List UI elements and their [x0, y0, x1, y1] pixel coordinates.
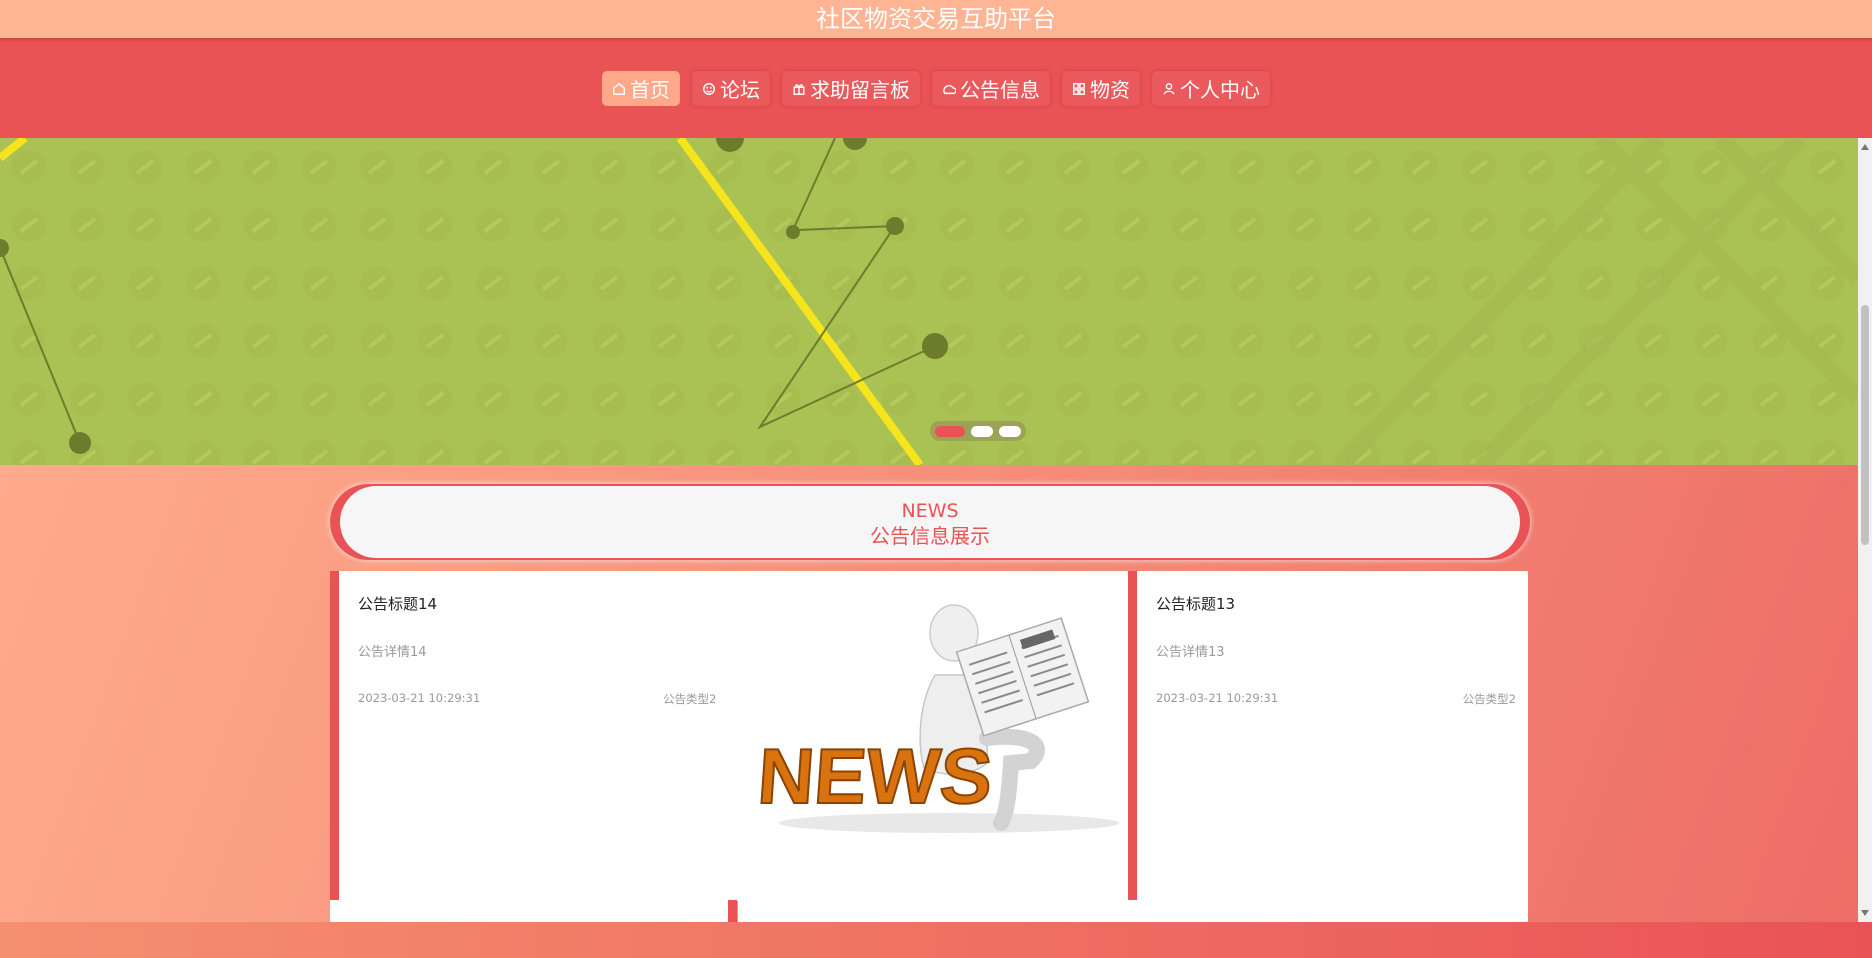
scroll-up-arrow-icon[interactable]	[1861, 144, 1869, 150]
nav-item-home[interactable]: 首页	[602, 71, 680, 106]
news-card-type: 公告类型2	[663, 692, 717, 706]
nav-item-personal-center[interactable]: 个人中心	[1152, 71, 1270, 106]
nav-item-label: 首页	[630, 78, 670, 102]
news-card-detail: 公告详情14	[358, 645, 427, 660]
news-image-caption: NEWS	[755, 732, 995, 820]
news-card-detail: 公告详情13	[1156, 645, 1225, 660]
news-image: NEWS	[754, 604, 1119, 833]
scroll-down-arrow-icon[interactable]	[1861, 910, 1869, 916]
nav-item-label: 个人中心	[1180, 78, 1260, 102]
news-heading-cn: 公告信息展示	[870, 524, 990, 548]
grid-icon	[1073, 82, 1085, 95]
carousel-dot-2[interactable]	[971, 425, 993, 437]
nav-item-label: 物资	[1090, 78, 1130, 102]
news-card-accent	[728, 900, 737, 922]
carousel-dot-1[interactable]	[935, 425, 965, 437]
news-card-type: 公告类型2	[1462, 692, 1516, 706]
main-navigation: 首页 论坛 求助留言板 公告信息 物资 个人中心	[0, 38, 1872, 138]
carousel-dot-3[interactable]	[999, 425, 1021, 437]
carousel-indicators	[930, 421, 1026, 441]
nav-item-label: 公告信息	[960, 78, 1040, 102]
nav-item-announcements[interactable]: 公告信息	[932, 71, 1050, 106]
banner-image	[0, 138, 1858, 465]
news-card-title: 公告标题14	[358, 595, 438, 613]
nav-item-forum[interactable]: 论坛	[692, 71, 770, 106]
cloud-icon	[943, 84, 956, 94]
vertical-scrollbar[interactable]	[1858, 138, 1872, 922]
home-icon	[613, 82, 625, 95]
news-header-box: NEWS 公告信息展示	[340, 486, 1520, 558]
news-heading-en: NEWS	[901, 500, 959, 522]
gift-icon	[793, 83, 805, 95]
nav-item-supplies[interactable]: 物资	[1062, 71, 1140, 106]
news-card-next-2[interactable]	[738, 900, 1528, 922]
smile-icon	[703, 82, 715, 95]
news-card-time: 2023-03-21 10:29:31	[1156, 691, 1279, 705]
user-icon	[1163, 82, 1175, 95]
scroll-thumb[interactable]	[1861, 305, 1869, 545]
news-card-title: 公告标题13	[1156, 595, 1236, 613]
news-card-14[interactable]: 公告标题14 公告详情14 2023-03-21 10:29:31 公告类型2 …	[330, 571, 1128, 901]
nav-item-label: 论坛	[720, 78, 760, 102]
news-card-13[interactable]: 公告标题13 公告详情13 2023-03-21 10:29:31 公告类型2	[1128, 571, 1528, 901]
hero-carousel[interactable]	[0, 138, 1858, 465]
news-section-header: NEWS 公告信息展示	[330, 484, 1530, 560]
news-card-time: 2023-03-21 10:29:31	[358, 691, 481, 705]
nav-item-label: 求助留言板	[810, 78, 910, 102]
nav-list: 首页 论坛 求助留言板 公告信息 物资 个人中心	[0, 71, 1872, 106]
nav-item-help-board[interactable]: 求助留言板	[782, 71, 920, 106]
site-title: 社区物资交易互助平台	[0, 0, 1872, 38]
news-card-next-1[interactable]	[330, 900, 730, 922]
page-footer	[0, 922, 1872, 958]
